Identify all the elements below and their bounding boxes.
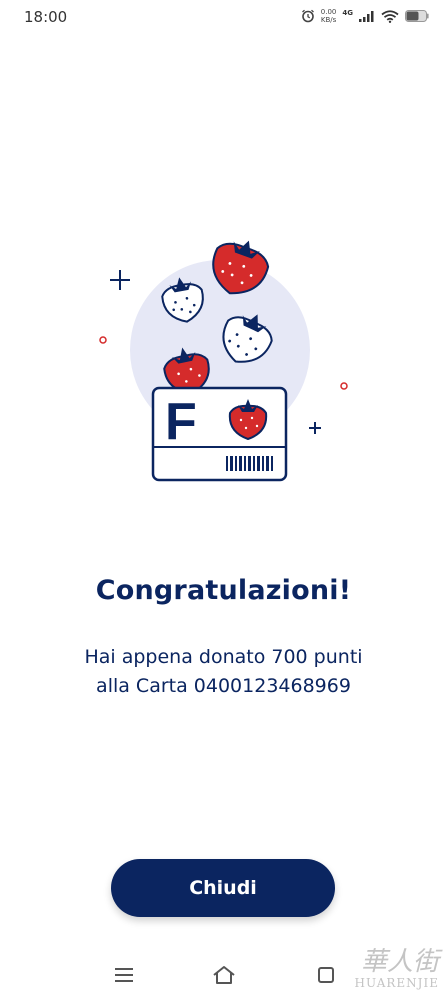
donation-message-line2: alla Carta 0400123468969 — [96, 675, 351, 697]
network-speed: 0.00 KB/s — [321, 8, 337, 24]
donation-illustration: F — [95, 225, 355, 495]
plus-sign-left — [110, 270, 130, 290]
home-button[interactable] — [210, 962, 238, 988]
dot-right — [340, 382, 348, 390]
watermark-top: 華人街 — [360, 947, 439, 977]
donation-message-line1: Hai appena donato 700 punti — [84, 646, 363, 668]
dot-left — [99, 336, 107, 344]
alarm-icon — [301, 9, 314, 23]
menu-button[interactable] — [110, 962, 138, 988]
close-button[interactable]: Chiudi — [111, 859, 335, 917]
card-letter: F — [165, 393, 197, 451]
status-bar: 18:00 0.00 KB/s 4G — [0, 0, 447, 36]
wifi-icon — [381, 9, 399, 23]
battery-icon — [405, 10, 429, 22]
home-icon — [213, 966, 235, 984]
speed-unit: KB/s — [320, 16, 337, 24]
watermark: 華人街 HUARENJIE — [309, 948, 439, 994]
plus-sign-right — [309, 422, 321, 434]
menu-icon — [115, 968, 133, 982]
watermark-bottom: HUARENJIE — [354, 976, 439, 990]
loyalty-card: F — [151, 386, 288, 482]
status-icons: 0.00 KB/s 4G — [301, 8, 429, 24]
signal-icon — [359, 11, 374, 22]
donation-message: Hai appena donato 700 punti alla Carta 0… — [40, 643, 407, 701]
page-title: Congratulazioni! — [95, 575, 352, 606]
status-time: 18:00 — [24, 8, 68, 26]
speed-value: 0.00 — [320, 8, 337, 16]
network-type: 4G — [342, 9, 353, 17]
